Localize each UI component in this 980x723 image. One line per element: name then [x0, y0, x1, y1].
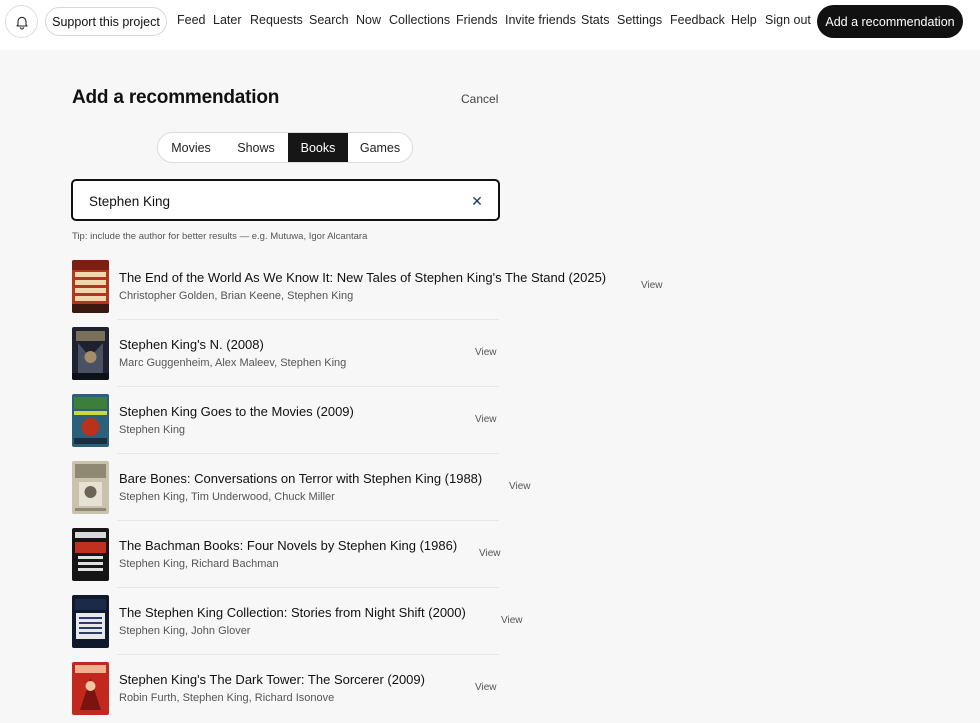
clear-search-button[interactable]: ✕: [468, 192, 486, 210]
nav-link-requests[interactable]: Requests: [250, 13, 303, 27]
book-cover: [72, 461, 109, 514]
result-title: Stephen King Goes to the Movies (2009): [119, 404, 354, 419]
result-item[interactable]: The Stephen King Collection: Stories fro…: [72, 588, 523, 655]
support-project-button[interactable]: Support this project: [45, 7, 167, 36]
result-item[interactable]: Bare Bones: Conversations on Terror with…: [72, 454, 531, 521]
nav-link-stats[interactable]: Stats: [581, 13, 610, 27]
view-button[interactable]: View: [501, 615, 523, 626]
tab-books[interactable]: Books: [288, 133, 348, 162]
book-cover: [72, 528, 109, 581]
nav-link-friends[interactable]: Friends: [456, 13, 498, 27]
cancel-button[interactable]: Cancel: [461, 92, 498, 106]
result-item[interactable]: The End of the World As We Know It: New …: [72, 253, 663, 320]
result-authors: Stephen King, Tim Underwood, Chuck Mille…: [119, 491, 335, 503]
bell-icon: [15, 16, 28, 29]
nav-link-feedback[interactable]: Feedback: [670, 13, 725, 27]
nav-link-invite[interactable]: Invite friends: [505, 13, 576, 27]
search-input[interactable]: [89, 192, 449, 210]
page-title: Add a recommendation: [72, 87, 280, 108]
tab-games[interactable]: Games: [348, 133, 412, 162]
nav-link-later[interactable]: Later: [213, 13, 242, 27]
add-recommendation-button[interactable]: Add a recommendation: [817, 5, 963, 38]
view-button[interactable]: View: [475, 347, 497, 358]
nav-link-feed[interactable]: Feed: [177, 13, 206, 27]
notifications-button[interactable]: [5, 5, 38, 38]
result-item[interactable]: Stephen King's N. (2008) Marc Guggenheim…: [72, 320, 499, 387]
result-authors: Stephen King: [119, 424, 186, 436]
result-title: The Bachman Books: Four Novels by Stephe…: [119, 538, 458, 553]
view-button[interactable]: View: [641, 280, 663, 291]
result-authors: Stephen King, John Glover: [119, 625, 251, 637]
result-title: Stephen King's N. (2008): [119, 337, 264, 352]
result-title: Bare Bones: Conversations on Terror with…: [119, 471, 483, 486]
result-title: Stephen King's The Dark Tower: The Sorce…: [119, 672, 425, 687]
result-item[interactable]: The Bachman Books: Four Novels by Stephe…: [72, 521, 501, 588]
nav-link-now[interactable]: Now: [356, 13, 381, 27]
search-tip: Tip: include the author for better resul…: [72, 231, 368, 242]
search-box: ✕: [71, 179, 500, 221]
book-cover: [72, 327, 109, 380]
nav-link-settings[interactable]: Settings: [617, 13, 662, 27]
view-button[interactable]: View: [475, 414, 497, 425]
result-authors: Stephen King, Richard Bachman: [119, 558, 279, 570]
book-cover: [72, 595, 109, 648]
result-title: The End of the World As We Know It: New …: [119, 270, 607, 285]
result-title: The Stephen King Collection: Stories fro…: [119, 605, 466, 620]
top-navigation: Support this project Feed Later Requests…: [0, 0, 980, 50]
book-cover: [72, 260, 109, 313]
nav-link-sign-out[interactable]: Sign out: [765, 13, 811, 27]
media-type-tabs: Movies Shows Books Games: [157, 132, 413, 163]
result-item[interactable]: Stephen King's The Dark Tower: The Sorce…: [72, 655, 499, 722]
result-item[interactable]: Stephen King Goes to the Movies (2009) S…: [72, 387, 499, 454]
view-button[interactable]: View: [479, 548, 501, 559]
nav-link-collections[interactable]: Collections: [389, 13, 450, 27]
nav-link-help[interactable]: Help: [731, 13, 757, 27]
book-cover: [72, 662, 109, 715]
result-authors: Robin Furth, Stephen King, Richard Isono…: [119, 692, 335, 704]
book-cover: [72, 394, 109, 447]
view-button[interactable]: View: [509, 481, 531, 492]
close-icon: ✕: [471, 192, 483, 209]
result-authors: Marc Guggenheim, Alex Maleev, Stephen Ki…: [119, 357, 347, 369]
nav-link-search[interactable]: Search: [309, 13, 349, 27]
result-authors: Christopher Golden, Brian Keene, Stephen…: [119, 290, 354, 302]
tab-movies[interactable]: Movies: [158, 133, 224, 162]
tab-shows[interactable]: Shows: [224, 133, 288, 162]
view-button[interactable]: View: [475, 682, 497, 693]
